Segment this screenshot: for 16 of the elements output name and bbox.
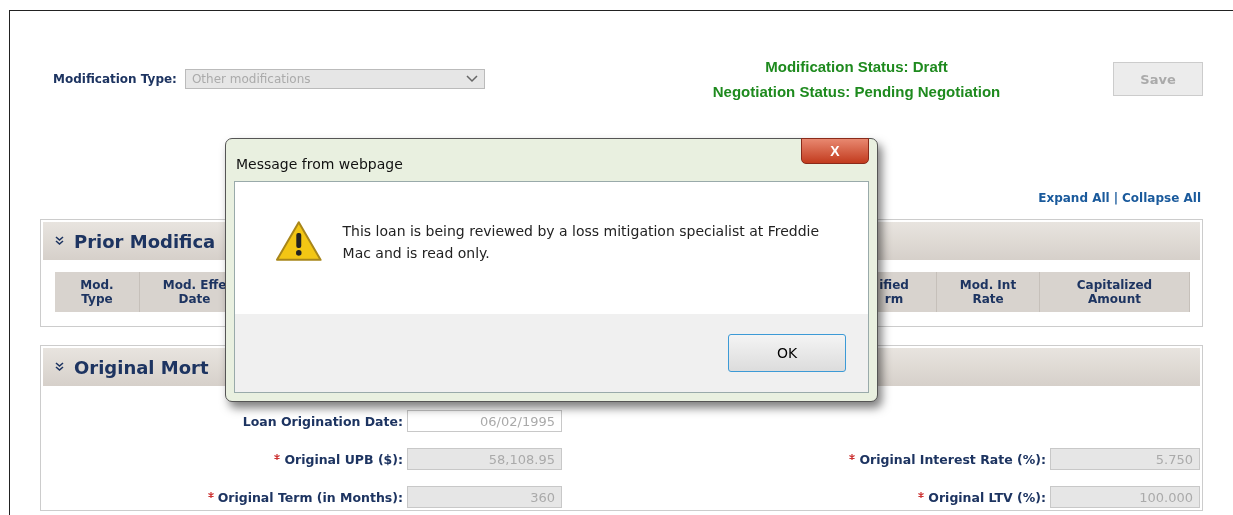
- column-header: Mod. Int Rate: [937, 272, 1040, 312]
- separator: |: [1113, 191, 1119, 205]
- status-text: Modification Status: Draft: [765, 58, 948, 75]
- field-label: Original UPB ($):: [43, 451, 403, 467]
- field-label: Loan Origination Date:: [241, 413, 403, 429]
- status-text: Negotiation Status: Pending Negotiation: [712, 83, 1001, 100]
- column-header: Mod. Type: [55, 272, 140, 312]
- field-label: Original LTV (%):: [566, 489, 1046, 505]
- dialog-message: This loan is being reviewed by a loss mitigation specialist at Freddie Mac and is read only.: [342, 222, 821, 263]
- section-title: Original Mort: [74, 356, 209, 378]
- section-title: Prior Modifica: [74, 230, 216, 252]
- field-label: Modification Type:: [53, 72, 177, 86]
- field-label: Original Interest Rate (%):: [566, 451, 1046, 467]
- dialog-title: Message from webpage: [235, 155, 403, 172]
- column-header: Capitalized Amount: [1040, 272, 1190, 312]
- field-label: Original Term (in Months):: [43, 489, 403, 505]
